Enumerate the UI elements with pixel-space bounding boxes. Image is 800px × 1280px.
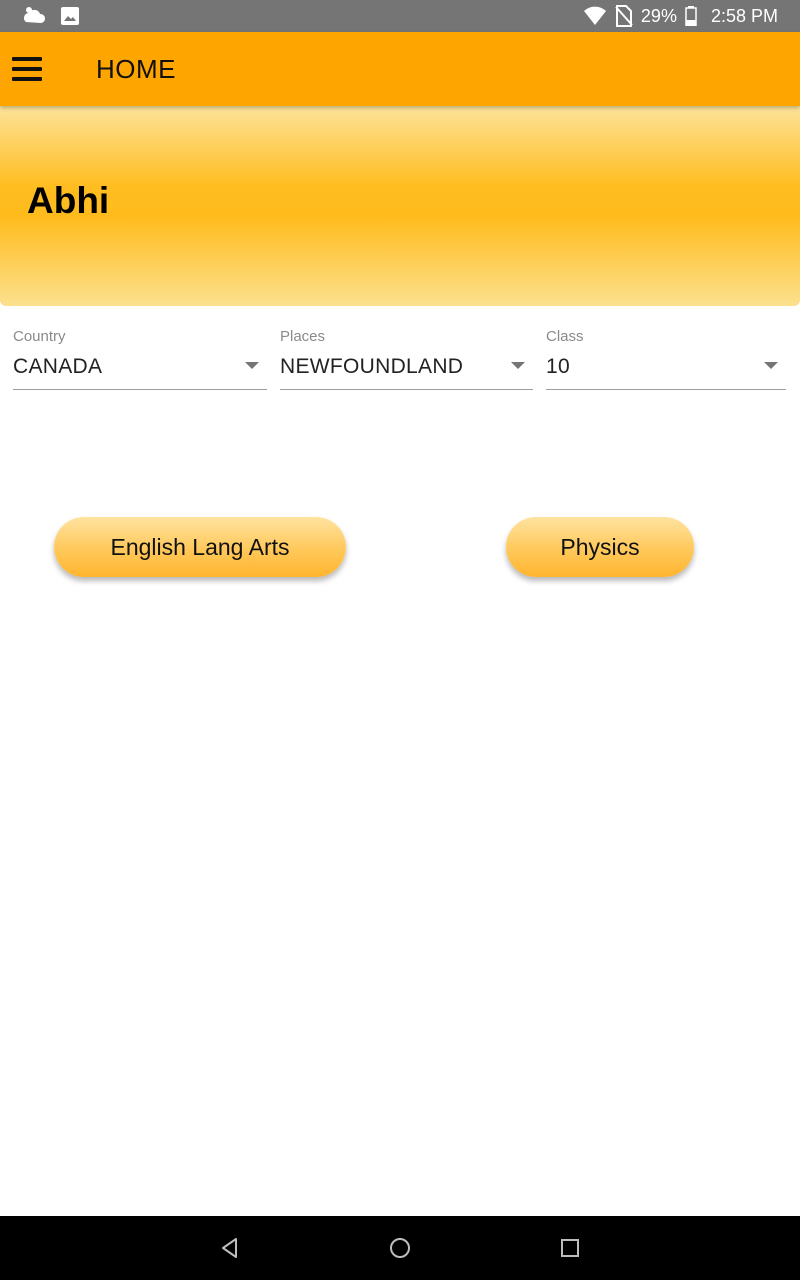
country-dropdown[interactable]: Country CANADA — [13, 326, 267, 390]
weather-icon — [22, 5, 46, 27]
status-bar: 29% 2:58 PM — [0, 0, 800, 32]
profile-banner: Abhi — [0, 106, 800, 306]
places-label: Places — [280, 328, 326, 345]
class-label: Class — [546, 328, 584, 345]
english-lang-arts-button[interactable]: English Lang Arts — [54, 517, 346, 577]
page-title: HOME — [96, 53, 176, 84]
status-notifications — [22, 5, 80, 27]
recents-icon[interactable] — [550, 1228, 590, 1268]
image-icon — [60, 6, 80, 26]
home-icon[interactable] — [380, 1228, 420, 1268]
status-time: 2:58 PM — [710, 5, 778, 26]
country-label: Country — [13, 328, 66, 345]
places-value: NEWFOUNDLAND — [280, 355, 464, 378]
system-nav-bar — [0, 1216, 800, 1280]
hamburger-menu-icon[interactable] — [12, 57, 42, 81]
dropdown-arrow-icon — [245, 362, 259, 369]
physics-button[interactable]: Physics — [506, 517, 694, 577]
back-icon[interactable] — [210, 1228, 250, 1268]
battery-icon — [685, 6, 697, 26]
class-value: 10 — [546, 355, 570, 378]
class-dropdown[interactable]: Class 10 — [546, 326, 786, 390]
battery-percent: 29% — [640, 5, 677, 26]
app-bar: HOME — [0, 32, 800, 106]
dropdown-arrow-icon — [511, 362, 525, 369]
status-system: 29% 2:58 PM — [583, 5, 778, 27]
country-value: CANADA — [13, 355, 103, 378]
wifi-icon — [583, 6, 607, 26]
no-sim-icon — [615, 5, 633, 27]
places-dropdown[interactable]: Places NEWFOUNDLAND — [280, 326, 533, 390]
user-name: Abhi — [27, 180, 110, 221]
dropdown-arrow-icon — [764, 362, 778, 369]
